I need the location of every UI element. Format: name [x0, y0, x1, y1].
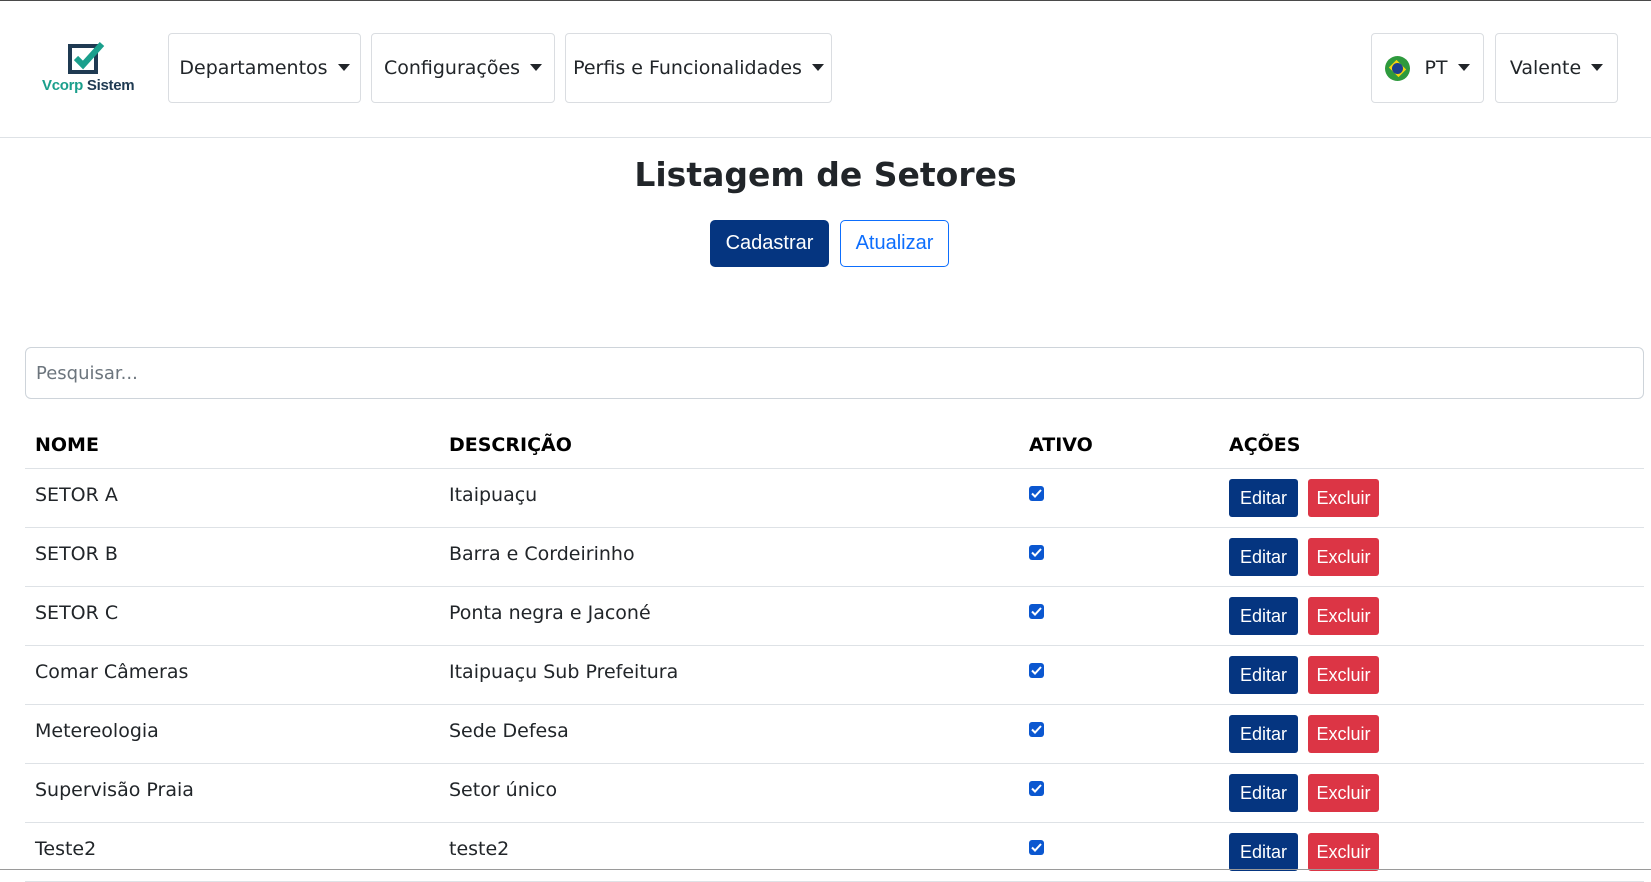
row-active-checkbox-cell: [1029, 705, 1044, 763]
row-actions: Editar Excluir: [1229, 823, 1379, 881]
row-actions: Editar Excluir: [1229, 705, 1379, 763]
row-name: Supervisão Praia: [35, 779, 194, 801]
sectors-table: NOME DESCRIÇÃO ATIVO AÇÕES SETOR A Itaipu…: [25, 421, 1644, 882]
row-active-checkbox-cell: [1029, 587, 1044, 645]
row-description: Itaipuaçu: [449, 484, 538, 506]
active-checkbox[interactable]: [1029, 781, 1044, 796]
check-icon: [1031, 489, 1042, 498]
language-dropdown[interactable]: PT: [1371, 33, 1484, 103]
nav-perfis-label: Perfis e Funcionalidades: [573, 57, 802, 79]
edit-button[interactable]: Editar: [1229, 479, 1298, 517]
checkbox-logo-icon: [68, 41, 105, 74]
active-checkbox[interactable]: [1029, 545, 1044, 560]
caret-down-icon: [811, 63, 824, 71]
row-actions: Editar Excluir: [1229, 764, 1379, 822]
table-row: Comar Câmeras Itaipuaçu Sub Prefeitura Edi…: [25, 646, 1644, 705]
caret-down-icon: [1457, 63, 1470, 71]
row-description: Ponta negra e Jaconé: [449, 602, 651, 624]
table-header: NOME DESCRIÇÃO ATIVO AÇÕES: [25, 421, 1644, 469]
check-icon: [1031, 666, 1042, 675]
row-description: Sede Defesa: [449, 720, 569, 742]
check-icon: [1031, 843, 1042, 852]
row-description: Barra e Cordeirinho: [449, 543, 635, 565]
table-row: Supervisão Praia Setor único Editar Excluir: [25, 764, 1644, 823]
row-actions: Editar Excluir: [1229, 469, 1379, 527]
navbar: Vcorp Sistem Departamentos Configurações…: [0, 1, 1651, 138]
caret-down-icon: [337, 63, 350, 71]
delete-button[interactable]: Excluir: [1308, 656, 1379, 694]
edit-button[interactable]: Editar: [1229, 833, 1298, 871]
check-icon: [1031, 607, 1042, 616]
search-input[interactable]: [25, 347, 1644, 399]
refresh-button[interactable]: Atualizar: [840, 220, 949, 267]
row-active-checkbox-cell: [1029, 764, 1044, 822]
nav-departamentos-label: Departamentos: [179, 57, 328, 79]
delete-button[interactable]: Excluir: [1308, 479, 1379, 517]
window-bottom-border: [0, 869, 1651, 870]
register-button[interactable]: Cadastrar: [710, 220, 829, 267]
brazil-flag-icon: [1385, 55, 1411, 81]
row-actions: Editar Excluir: [1229, 528, 1379, 586]
page-title: Listagem de Setores: [634, 155, 1017, 194]
row-description: Itaipuaçu Sub Prefeitura: [449, 661, 679, 683]
active-checkbox[interactable]: [1029, 663, 1044, 678]
delete-button[interactable]: Excluir: [1308, 538, 1379, 576]
active-checkbox[interactable]: [1029, 840, 1044, 855]
nav-departamentos-dropdown[interactable]: Departamentos: [168, 33, 361, 103]
row-name: Comar Câmeras: [35, 661, 189, 683]
table-row: Teste2 teste2 Editar Excluir: [25, 823, 1644, 882]
row-name: SETOR A: [35, 484, 118, 506]
delete-button[interactable]: Excluir: [1308, 774, 1379, 812]
table-row: SETOR C Ponta negra e Jaconé Editar Excluir: [25, 587, 1644, 646]
header-ativo: ATIVO: [1029, 433, 1093, 456]
edit-button[interactable]: Editar: [1229, 715, 1298, 753]
row-name: Teste2: [35, 838, 97, 860]
user-name: Valente: [1509, 57, 1582, 79]
caret-down-icon: [530, 63, 543, 71]
delete-button[interactable]: Excluir: [1308, 715, 1379, 753]
row-description: teste2: [449, 838, 510, 860]
row-actions: Editar Excluir: [1229, 646, 1379, 704]
nav-configuracoes-label: Configurações: [383, 57, 521, 79]
delete-button[interactable]: Excluir: [1308, 833, 1379, 871]
row-active-checkbox-cell: [1029, 528, 1044, 586]
caret-down-icon: [1591, 63, 1604, 71]
edit-button[interactable]: Editar: [1229, 774, 1298, 812]
user-dropdown[interactable]: Valente: [1495, 33, 1618, 103]
row-name: SETOR B: [35, 543, 118, 565]
table-body: SETOR A Itaipuaçu Editar Excluir SETOR B Barr…: [25, 469, 1644, 882]
delete-button[interactable]: Excluir: [1308, 597, 1379, 635]
check-icon: [1031, 548, 1042, 557]
nav-configuracoes-dropdown[interactable]: Configurações: [371, 33, 555, 103]
brand-name: Vcorp Sistem: [42, 77, 135, 94]
brand-logo[interactable]: Vcorp Sistem: [40, 41, 135, 99]
active-checkbox[interactable]: [1029, 604, 1044, 619]
header-acoes: AÇÕES: [1229, 433, 1301, 456]
edit-button[interactable]: Editar: [1229, 597, 1298, 635]
row-active-checkbox-cell: [1029, 646, 1044, 704]
nav-perfis-dropdown[interactable]: Perfis e Funcionalidades: [565, 33, 832, 103]
row-active-checkbox-cell: [1029, 823, 1044, 881]
table-row: Metereologia Sede Defesa Editar Excluir: [25, 705, 1644, 764]
table-row: SETOR A Itaipuaçu Editar Excluir: [25, 469, 1644, 528]
row-actions: Editar Excluir: [1229, 587, 1379, 645]
edit-button[interactable]: Editar: [1229, 538, 1298, 576]
check-icon: [1031, 784, 1042, 793]
row-name: Metereologia: [35, 720, 159, 742]
table-row: SETOR B Barra e Cordeirinho Editar Excluir: [25, 528, 1644, 587]
active-checkbox[interactable]: [1029, 722, 1044, 737]
row-description: Setor único: [449, 779, 558, 801]
row-active-checkbox-cell: [1029, 469, 1044, 527]
header-nome: NOME: [35, 433, 99, 456]
active-checkbox[interactable]: [1029, 486, 1044, 501]
row-name: SETOR C: [35, 602, 119, 624]
edit-button[interactable]: Editar: [1229, 656, 1298, 694]
language-label: PT: [1424, 57, 1448, 79]
check-icon: [1031, 725, 1042, 734]
header-descricao: DESCRIÇÃO: [449, 433, 572, 456]
